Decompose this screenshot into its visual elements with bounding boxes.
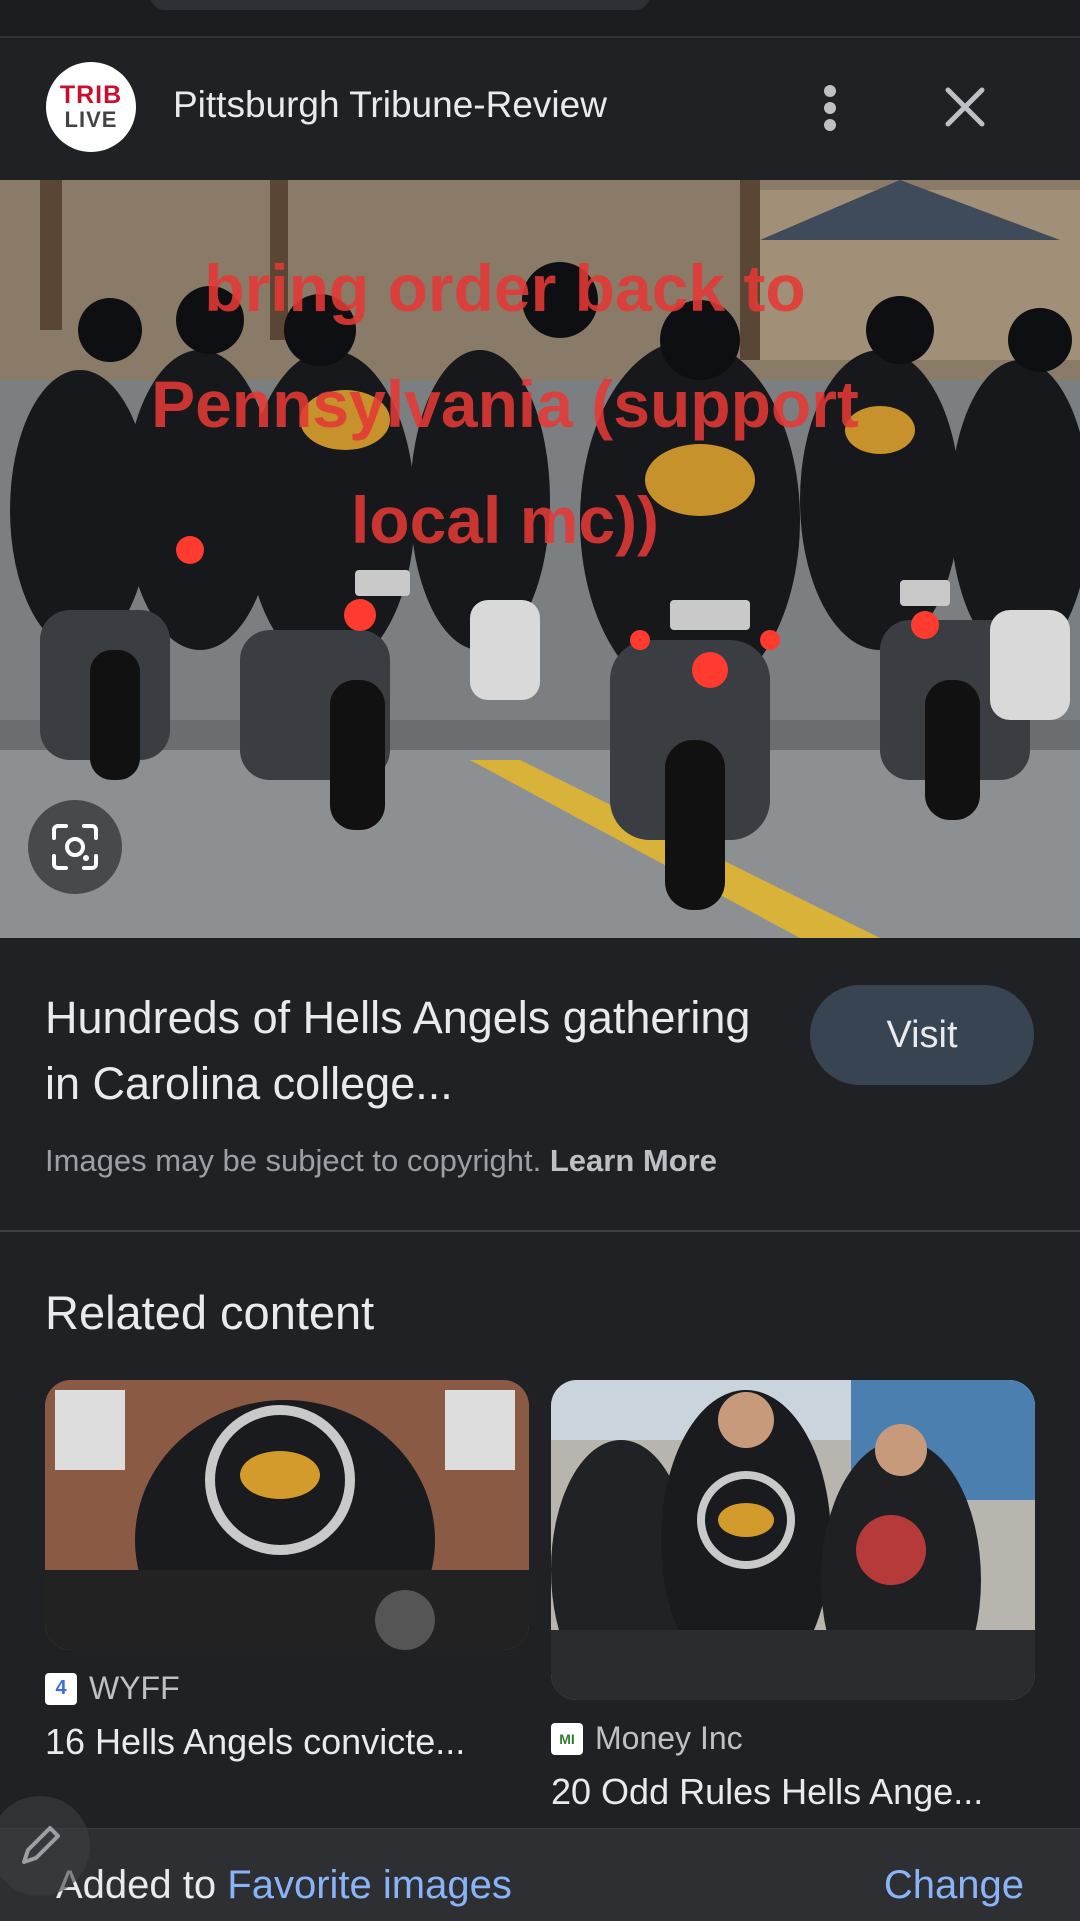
related-caption[interactable]: 16 Hells Angels convicte...: [45, 1721, 529, 1763]
related-source: 4 WYFF: [45, 1670, 529, 1707]
related-photo: [45, 1380, 529, 1650]
related-source-name: WYFF: [89, 1670, 180, 1706]
visit-button[interactable]: Visit: [810, 985, 1034, 1085]
related-thumbnail[interactable]: [551, 1380, 1035, 1700]
change-button[interactable]: Change: [884, 1863, 1024, 1908]
related-card[interactable]: 4 WYFF 16 Hells Angels convicte...: [45, 1380, 529, 1763]
related-photo: [551, 1380, 1035, 1700]
learn-more-link[interactable]: Learn More: [550, 1143, 717, 1178]
hero-image[interactable]: bring order back to Pennsylvania (suppor…: [0, 180, 1080, 938]
related-caption[interactable]: 20 Odd Rules Hells Ange...: [551, 1771, 1035, 1813]
related-source-name: Money Inc: [595, 1720, 743, 1756]
wyff-icon: 4: [45, 1672, 77, 1705]
close-icon: [945, 87, 985, 127]
logo-text-top: TRIB: [59, 80, 123, 109]
copyright-text: Images may be subject to copyright.: [45, 1143, 542, 1178]
related-heading: Related content: [45, 1286, 375, 1339]
source-name[interactable]: Pittsburgh Tribune-Review: [173, 84, 607, 126]
snackbar-message: Added to Favorite images: [56, 1863, 512, 1908]
related-thumbnail[interactable]: [45, 1380, 529, 1650]
source-header: TRIB LIVE Pittsburgh Tribune-Review: [0, 38, 1080, 180]
result-title[interactable]: Hundreds of Hells Angels gathering in Ca…: [45, 985, 785, 1117]
copyright-notice: Images may be subject to copyright. Lear…: [45, 1143, 717, 1179]
favorite-images-link[interactable]: Favorite images: [227, 1863, 512, 1907]
google-lens-icon: [52, 824, 98, 870]
search-bar-edge[interactable]: [150, 0, 650, 10]
source-logo: TRIB LIVE: [46, 62, 136, 152]
money-inc-icon: MI: [551, 1722, 583, 1755]
more-options-button[interactable]: [808, 80, 852, 136]
more-vert-icon: [824, 85, 836, 131]
top-strip: [0, 0, 1080, 38]
pencil-icon: [22, 1826, 60, 1864]
snackbar: Added to Favorite images Change: [0, 1828, 1080, 1921]
related-source: MI Money Inc: [551, 1720, 1035, 1757]
divider: [0, 1230, 1080, 1232]
close-button[interactable]: [934, 76, 996, 138]
logo-text-bottom: LIVE: [64, 106, 118, 132]
related-card[interactable]: MI Money Inc 20 Odd Rules Hells Ange...: [551, 1380, 1035, 1813]
google-lens-button[interactable]: [28, 800, 122, 894]
overlay-caption: bring order back to Pennsylvania (suppor…: [151, 251, 859, 557]
